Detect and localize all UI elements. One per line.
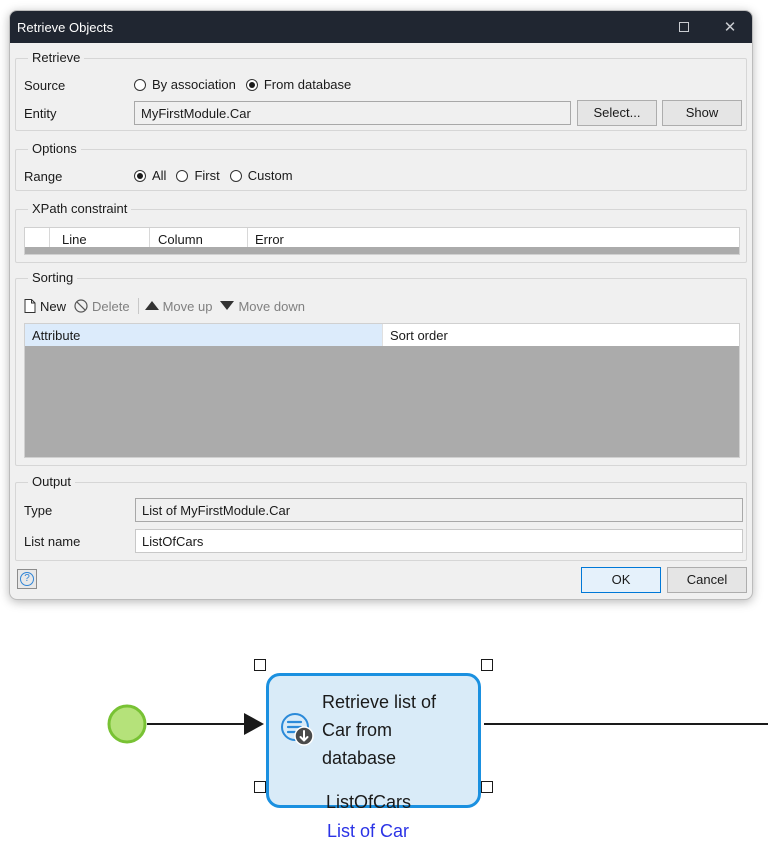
activity-caption: Retrieve list of Car from database (322, 688, 436, 772)
options-legend: Options (28, 141, 81, 156)
source-by-association-radio[interactable]: By association (134, 77, 236, 92)
ok-button[interactable]: OK (581, 567, 661, 593)
close-button[interactable]: ✕ (707, 11, 752, 43)
retrieve-activity[interactable]: Retrieve list of Car from database (266, 673, 481, 808)
radio-label: Custom (247, 168, 293, 183)
arrowhead-icon (244, 713, 264, 735)
radio-label: All (152, 168, 167, 183)
sorting-toolbar: New Delete Move up Move down (24, 295, 313, 317)
xpath-constraint-group: XPath constraint Line Column Error (15, 201, 747, 263)
delete-icon (74, 299, 88, 313)
entity-label: Entity (24, 106, 57, 121)
move-down-label: Move down (238, 298, 305, 314)
move-up-label: Move up (162, 298, 213, 314)
sorting-column-attribute[interactable]: Attribute (25, 324, 382, 346)
microflow-canvas[interactable]: Retrieve list of Car from database ListO… (0, 600, 768, 853)
activity-caption-line: Car from (322, 720, 393, 740)
options-group: Options Range All First Custom (15, 141, 747, 191)
entity-field[interactable]: MyFirstModule.Car (134, 101, 571, 125)
type-label: Type (24, 503, 53, 518)
sorting-grid-header: Attribute Sort order (25, 324, 739, 346)
sorting-grid[interactable]: Attribute Sort order (24, 323, 740, 458)
source-radio-group: By association From database (134, 77, 361, 92)
radio-unchecked-icon (176, 169, 189, 182)
sorting-column-sort-order[interactable]: Sort order (382, 324, 739, 346)
grid-divider (49, 228, 50, 248)
output-variable-name: ListOfCars (326, 792, 412, 812)
sorting-legend: Sorting (28, 270, 78, 285)
range-radio-group: All First Custom (134, 168, 303, 183)
range-all-radio[interactable]: All (134, 168, 166, 183)
new-document-icon (24, 299, 36, 313)
xpath-legend: XPath constraint (28, 201, 132, 216)
output-legend: Output (28, 474, 76, 489)
selection-handle-top-right[interactable] (481, 659, 493, 671)
retrieve-group: Retrieve Source By association From data… (15, 50, 747, 131)
selection-handle-top-left[interactable] (254, 659, 266, 671)
retrieve-objects-dialog: Retrieve Objects ✕ Retrieve Source By as… (9, 10, 753, 600)
grid-divider (149, 228, 150, 248)
maximize-icon (679, 22, 689, 32)
delete-button[interactable]: Delete (74, 299, 130, 314)
toolbar-separator (137, 298, 139, 314)
new-button[interactable]: New (24, 299, 66, 314)
activity-caption-line: database (322, 748, 397, 768)
show-button[interactable]: Show (662, 100, 742, 126)
selection-handle-bottom-left[interactable] (254, 781, 266, 793)
delete-label: Delete (92, 298, 130, 314)
list-name-field[interactable]: ListOfCars (135, 529, 743, 553)
maximize-button[interactable] (661, 11, 707, 43)
selection-handle-bottom-right[interactable] (481, 781, 493, 793)
triangle-up-icon (144, 301, 159, 311)
grid-divider (247, 228, 248, 248)
close-icon: ✕ (723, 19, 737, 36)
activity-caption-line: Retrieve list of (322, 692, 437, 712)
triangle-down-icon (220, 301, 235, 311)
source-from-database-radio[interactable]: From database (245, 77, 352, 92)
range-custom-radio[interactable]: Custom (229, 168, 293, 183)
range-first-radio[interactable]: First (176, 168, 220, 183)
new-label: New (40, 298, 67, 314)
dialog-title: Retrieve Objects (17, 20, 114, 35)
output-group: Output Type List of MyFirstModule.Car Li… (15, 474, 747, 561)
move-up-button[interactable]: Move up (144, 298, 213, 314)
type-field: List of MyFirstModule.Car (135, 498, 743, 522)
list-name-label: List name (24, 534, 81, 549)
radio-checked-icon (245, 78, 258, 91)
retrieve-legend: Retrieve (28, 50, 85, 65)
radio-checked-icon (134, 169, 146, 182)
xpath-grid[interactable]: Line Column Error (24, 227, 740, 255)
select-button[interactable]: Select... (577, 100, 657, 126)
range-label: Range (24, 169, 63, 184)
radio-label: First (194, 168, 220, 183)
question-icon: ? (20, 572, 34, 586)
radio-label: From database (263, 77, 352, 92)
move-down-button[interactable]: Move down (220, 298, 305, 314)
xpath-column-line: Line (62, 232, 87, 247)
output-variable-type: List of Car (327, 821, 410, 841)
source-label: Source (24, 78, 66, 93)
xpath-column-column: Column (158, 232, 203, 247)
radio-label: By association (152, 77, 236, 92)
title-bar: Retrieve Objects ✕ (10, 11, 752, 43)
retrieve-database-icon (279, 711, 315, 750)
radio-unchecked-icon (134, 78, 146, 91)
cancel-button[interactable]: Cancel (667, 567, 747, 593)
xpath-grid-empty-area (25, 247, 739, 254)
radio-unchecked-icon (229, 169, 242, 182)
xpath-column-error: Error (255, 232, 284, 247)
start-event[interactable] (107, 704, 147, 744)
sorting-group: Sorting New Delete Move up Move down Att… (15, 270, 747, 466)
help-button[interactable]: ? (17, 569, 37, 589)
